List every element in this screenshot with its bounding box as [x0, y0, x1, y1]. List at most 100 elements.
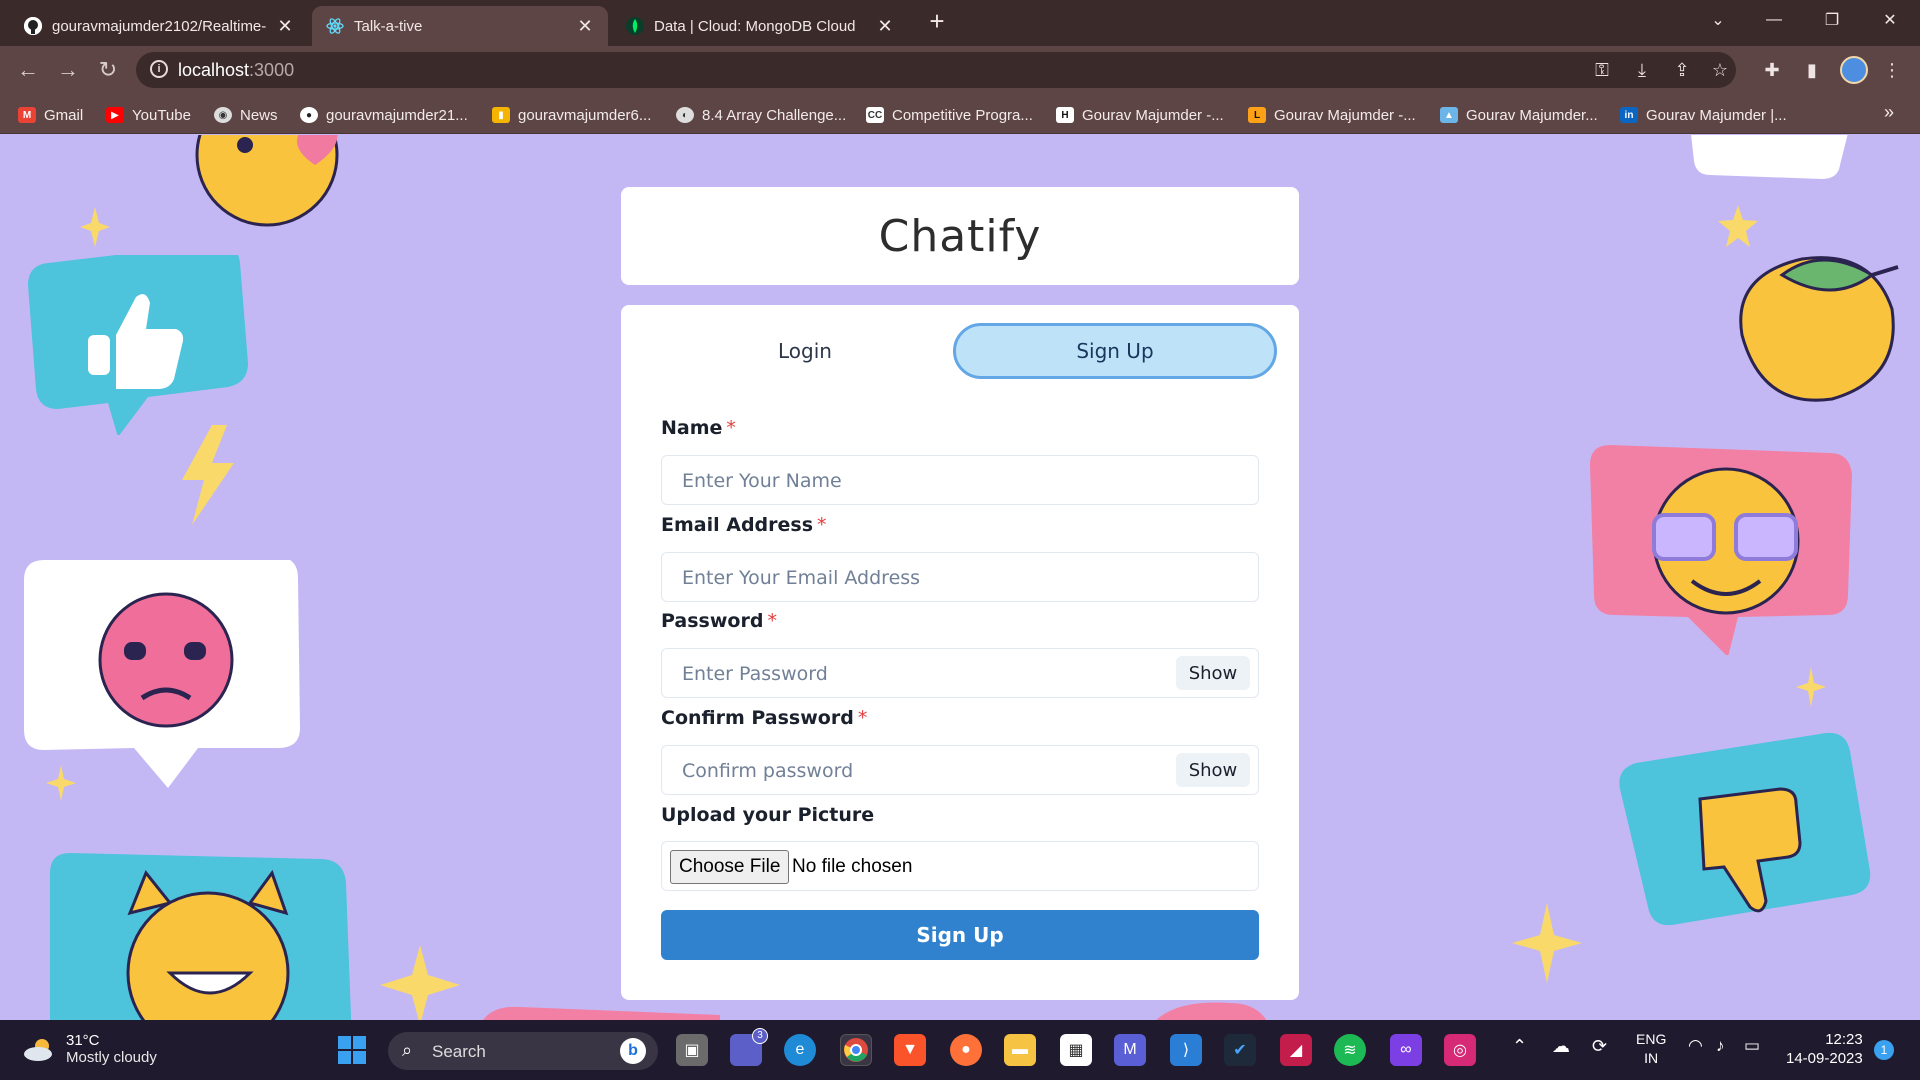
name-input[interactable]: Enter Your Name: [661, 455, 1259, 505]
brave-icon[interactable]: ▼: [894, 1034, 926, 1066]
browser-tab-mongodb[interactable]: Data | Cloud: MongoDB Cloud ✕: [612, 6, 908, 46]
firefox-icon[interactable]: ●: [950, 1034, 982, 1066]
windows-start-icon[interactable]: [338, 1036, 366, 1064]
bookmark-competitive-programming[interactable]: CC Competitive Progra...: [866, 104, 1033, 126]
wifi-icon[interactable]: ◠: [1688, 1036, 1703, 1056]
volume-icon[interactable]: ♪: [1716, 1036, 1725, 1056]
battery-icon[interactable]: ▭: [1744, 1036, 1760, 1056]
password-label-text: Password: [661, 610, 764, 632]
minimize-button[interactable]: —: [1746, 0, 1802, 40]
share-icon[interactable]: ⇪: [1670, 58, 1694, 82]
required-asterisk: *: [857, 707, 868, 729]
signup-submit-button[interactable]: Sign Up: [661, 910, 1259, 960]
profile-avatar[interactable]: [1840, 56, 1868, 84]
clock-date: 14-09-2023: [1786, 1050, 1863, 1067]
globe-icon: ◐: [676, 107, 694, 123]
bookmark-linkedin[interactable]: in Gourav Majumder |...: [1620, 104, 1787, 126]
url-port: :3000: [249, 60, 295, 80]
bookmark-array-challenge[interactable]: ◐ 8.4 Array Challenge...: [676, 104, 846, 126]
close-window-button[interactable]: ✕: [1862, 0, 1918, 40]
bookmark-leetcode[interactable]: L Gourav Majumder -...: [1248, 104, 1416, 126]
bookmark-github[interactable]: ● gouravmajumder21...: [300, 104, 468, 126]
email-label: Email Address *: [661, 514, 827, 536]
browser-tab-talk-a-tive[interactable]: Talk-a-tive ✕: [312, 6, 608, 46]
tab-search-chevron-icon[interactable]: ⌄: [1690, 0, 1746, 40]
app-icon[interactable]: M: [1114, 1034, 1146, 1066]
name-label: Name *: [661, 417, 736, 439]
menu-kebab-icon[interactable]: ⋮: [1880, 58, 1904, 82]
back-arrow-icon[interactable]: ←: [14, 56, 42, 84]
task-view-icon[interactable]: ▣: [676, 1034, 708, 1066]
close-icon[interactable]: ✕: [276, 16, 294, 37]
clock-time: 12:23: [1825, 1031, 1863, 1048]
teams-chat-icon[interactable]: 3: [730, 1028, 768, 1066]
instagram-icon[interactable]: ◎: [1444, 1034, 1476, 1066]
onedrive-cloud-icon[interactable]: ☁: [1552, 1036, 1570, 1057]
close-icon[interactable]: ✕: [876, 16, 894, 37]
chrome-icon[interactable]: [840, 1034, 872, 1066]
bookmark-gmail[interactable]: M Gmail: [18, 104, 83, 126]
spotify-icon[interactable]: ≋: [1334, 1034, 1366, 1066]
bookmark-analytics[interactable]: ▮ gouravmajumder6...: [492, 104, 651, 126]
tray-chevron-up-icon[interactable]: ⌃: [1512, 1036, 1527, 1057]
system-clock[interactable]: 12:23 14-09-2023: [1786, 1030, 1863, 1068]
tab-login[interactable]: Login: [643, 323, 967, 379]
cool-emoji-sticker: [1590, 445, 1852, 655]
language-code: ENG: [1636, 1031, 1667, 1047]
bing-icon[interactable]: b: [620, 1038, 646, 1064]
bookmark-label: Gourav Majumder |...: [1646, 106, 1787, 124]
bookmark-hackerrank[interactable]: H Gourav Majumder -...: [1056, 104, 1224, 126]
install-icon[interactable]: ⤓: [1630, 58, 1654, 82]
bookmark-star-icon[interactable]: ☆: [1708, 58, 1732, 82]
bookmark-label: Competitive Progra...: [892, 106, 1033, 124]
bookmark-label: Gourav Majumder -...: [1274, 106, 1416, 124]
mongodb-icon: [626, 17, 644, 35]
reload-icon[interactable]: ↻: [94, 56, 122, 84]
password-input[interactable]: Enter Password Show: [661, 648, 1259, 698]
chart-icon: ▮: [492, 107, 510, 123]
youtube-icon: ▶: [106, 107, 124, 123]
confirm-password-input[interactable]: Confirm password Show: [661, 745, 1259, 795]
extensions-puzzle-icon[interactable]: ✚: [1760, 58, 1784, 82]
app-icon[interactable]: ∞: [1390, 1034, 1422, 1066]
restore-button[interactable]: ❐: [1804, 0, 1860, 40]
weather-widget[interactable]: 31°C Mostly cloudy: [22, 1032, 157, 1066]
browser-tab-github[interactable]: gouravmajumder2102/Realtime- ✕: [10, 6, 308, 46]
more-bookmarks-chevron-icon[interactable]: »: [1884, 102, 1894, 123]
email-input[interactable]: Enter Your Email Address: [661, 552, 1259, 602]
bookmark-label: Gmail: [44, 106, 84, 124]
vscode-icon[interactable]: ⟩: [1170, 1034, 1202, 1066]
site-info-icon[interactable]: i: [150, 60, 168, 78]
edge-icon[interactable]: e: [784, 1034, 816, 1066]
kiss-emoji-sticker: [195, 135, 339, 227]
store-icon[interactable]: ▦: [1060, 1034, 1092, 1066]
bookmark-youtube[interactable]: ▶ YouTube: [106, 104, 191, 126]
cc-icon: CC: [866, 107, 884, 123]
sync-icon[interactable]: ⟳: [1592, 1036, 1607, 1057]
picture-file-input[interactable]: Choose File No file chosen: [661, 841, 1259, 891]
url-host: localhost: [178, 60, 250, 80]
close-icon[interactable]: ✕: [576, 16, 594, 37]
bookmark-news[interactable]: ◉ News: [214, 104, 278, 126]
todo-check-icon[interactable]: ✔: [1224, 1034, 1256, 1066]
side-panel-icon[interactable]: ▮: [1800, 58, 1824, 82]
notification-badge[interactable]: 1: [1874, 1040, 1894, 1060]
forward-arrow-icon[interactable]: →: [54, 56, 82, 84]
teams-badge: 3: [752, 1028, 768, 1044]
key-icon[interactable]: ⚿: [1590, 58, 1614, 82]
choose-file-button[interactable]: Choose File: [670, 850, 790, 884]
required-asterisk: *: [767, 610, 777, 632]
bookmark-profile[interactable]: ▲ Gourav Majumder...: [1440, 104, 1598, 126]
password-show-button[interactable]: Show: [1176, 656, 1250, 690]
language-indicator[interactable]: ENG IN: [1636, 1030, 1666, 1068]
new-tab-button[interactable]: +: [922, 6, 952, 36]
app-icon[interactable]: ◢: [1280, 1034, 1312, 1066]
taskbar-search[interactable]: ⌕ Search b: [388, 1032, 658, 1070]
tab-signup[interactable]: Sign Up: [953, 323, 1277, 379]
address-bar[interactable]: i localhost:3000 ⚿ ⤓ ⇪ ☆: [136, 52, 1736, 88]
browser-toolbar: ← → ↻ i localhost:3000 ⚿ ⤓ ⇪ ☆ ✚ ▮ ⋮: [0, 46, 1920, 94]
sparkle-icon: [46, 765, 76, 801]
confirm-password-show-button[interactable]: Show: [1176, 753, 1250, 787]
star-icon: [1718, 205, 1758, 247]
file-explorer-icon[interactable]: ▬: [1004, 1034, 1036, 1066]
